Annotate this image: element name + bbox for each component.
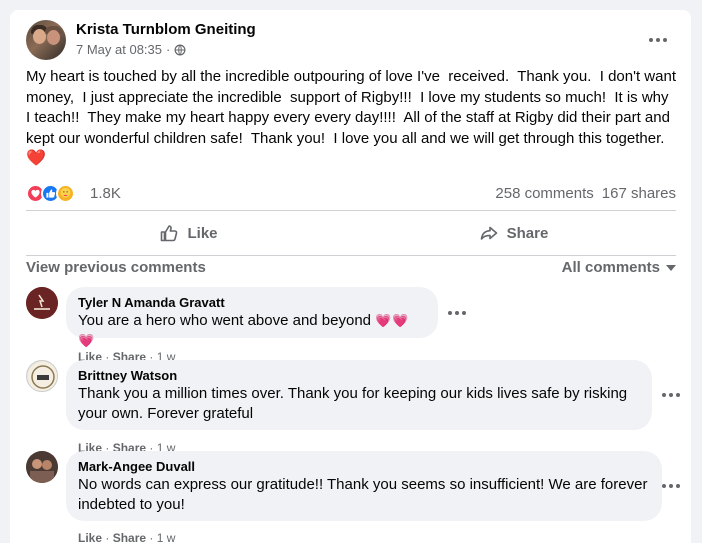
author-avatar[interactable]	[26, 20, 66, 60]
comments-count[interactable]: 258 comments	[495, 185, 593, 202]
meta-separator: ·	[166, 42, 171, 57]
view-previous-comments-link[interactable]: View previous comments	[26, 259, 206, 276]
comment-filter-label: All comments	[561, 259, 660, 276]
comment-time[interactable]: 1 w	[157, 531, 176, 543]
reaction-count[interactable]: 1.8K	[90, 185, 121, 202]
comment-text: Thank you a million times over. Thank yo…	[78, 385, 628, 422]
thumbs-up-icon	[161, 225, 178, 242]
post-card: Krista Turnblom Gneiting 7 May at 08:35 …	[10, 10, 691, 543]
post-more-button[interactable]	[644, 26, 672, 54]
share-button[interactable]: Share	[351, 211, 676, 255]
more-dots-icon	[662, 484, 680, 488]
more-dots-icon	[649, 38, 667, 42]
caret-down-icon	[666, 264, 676, 271]
commenter-name[interactable]: Tyler N Amanda Gravatt	[78, 295, 426, 311]
share-arrow-icon	[480, 226, 497, 240]
post-text: My heart is touched by all the incredibl…	[26, 67, 676, 170]
comment-text: You are a hero who went above and beyond…	[78, 311, 426, 351]
comments-bar: View previous comments All comments	[26, 259, 676, 279]
care-icon	[56, 184, 75, 203]
share-label: Share	[506, 224, 549, 242]
post-timestamp[interactable]: 7 May at 08:35	[76, 42, 162, 57]
comment-more-button[interactable]	[443, 299, 471, 327]
post-header: Krista Turnblom Gneiting 7 May at 08:35 …	[26, 20, 676, 60]
heart-emoji: ❤️	[26, 150, 46, 167]
more-dots-icon	[448, 311, 466, 315]
more-dots-icon	[662, 393, 680, 397]
post-actions: Like Share	[26, 211, 676, 255]
commenter-avatar[interactable]	[26, 451, 58, 483]
comment-share-link[interactable]: Share	[113, 531, 146, 543]
comment-text: No words can express our gratitude!! Tha…	[78, 476, 648, 513]
commenter-name[interactable]: Mark-Angee Duvall	[78, 459, 650, 475]
comment-meta: Like · Share · 1 w	[78, 531, 176, 543]
comment-more-button[interactable]	[657, 472, 685, 500]
comment-item: Tyler N Amanda Gravatt You are a hero wh…	[26, 287, 676, 364]
divider	[26, 255, 676, 256]
post-body: My heart is touched by all the incredibl…	[26, 68, 681, 147]
comment-item: Mark-Angee Duvall No words can express o…	[26, 451, 680, 543]
author-name[interactable]: Krista Turnblom Gneiting	[76, 21, 256, 38]
like-button[interactable]: Like	[26, 211, 351, 255]
commenter-avatar[interactable]	[26, 360, 58, 392]
comment-body: You are a hero who went above and beyond	[78, 312, 372, 329]
stats-right: 258 comments 167 shares	[495, 185, 676, 202]
reaction-icons[interactable]	[26, 184, 75, 203]
comment-like-link[interactable]: Like	[78, 531, 102, 543]
comment-bubble: Mark-Angee Duvall No words can express o…	[66, 451, 662, 521]
shares-count[interactable]: 167 shares	[602, 185, 676, 202]
post-meta: 7 May at 08:35 ·	[76, 42, 186, 57]
globe-icon	[174, 44, 186, 55]
comment-bubble: Tyler N Amanda Gravatt You are a hero wh…	[66, 287, 438, 348]
comment-item: Brittney Watson Thank you a million time…	[26, 360, 680, 455]
commenter-avatar[interactable]	[26, 287, 58, 319]
comment-bubble: Brittney Watson Thank you a million time…	[66, 360, 652, 430]
comment-filter-dropdown[interactable]: All comments	[562, 259, 676, 276]
like-label: Like	[187, 224, 218, 242]
post-stats: 1.8K 258 comments 167 shares	[26, 182, 676, 206]
commenter-name[interactable]: Brittney Watson	[78, 368, 640, 384]
comment-more-button[interactable]	[657, 381, 685, 409]
